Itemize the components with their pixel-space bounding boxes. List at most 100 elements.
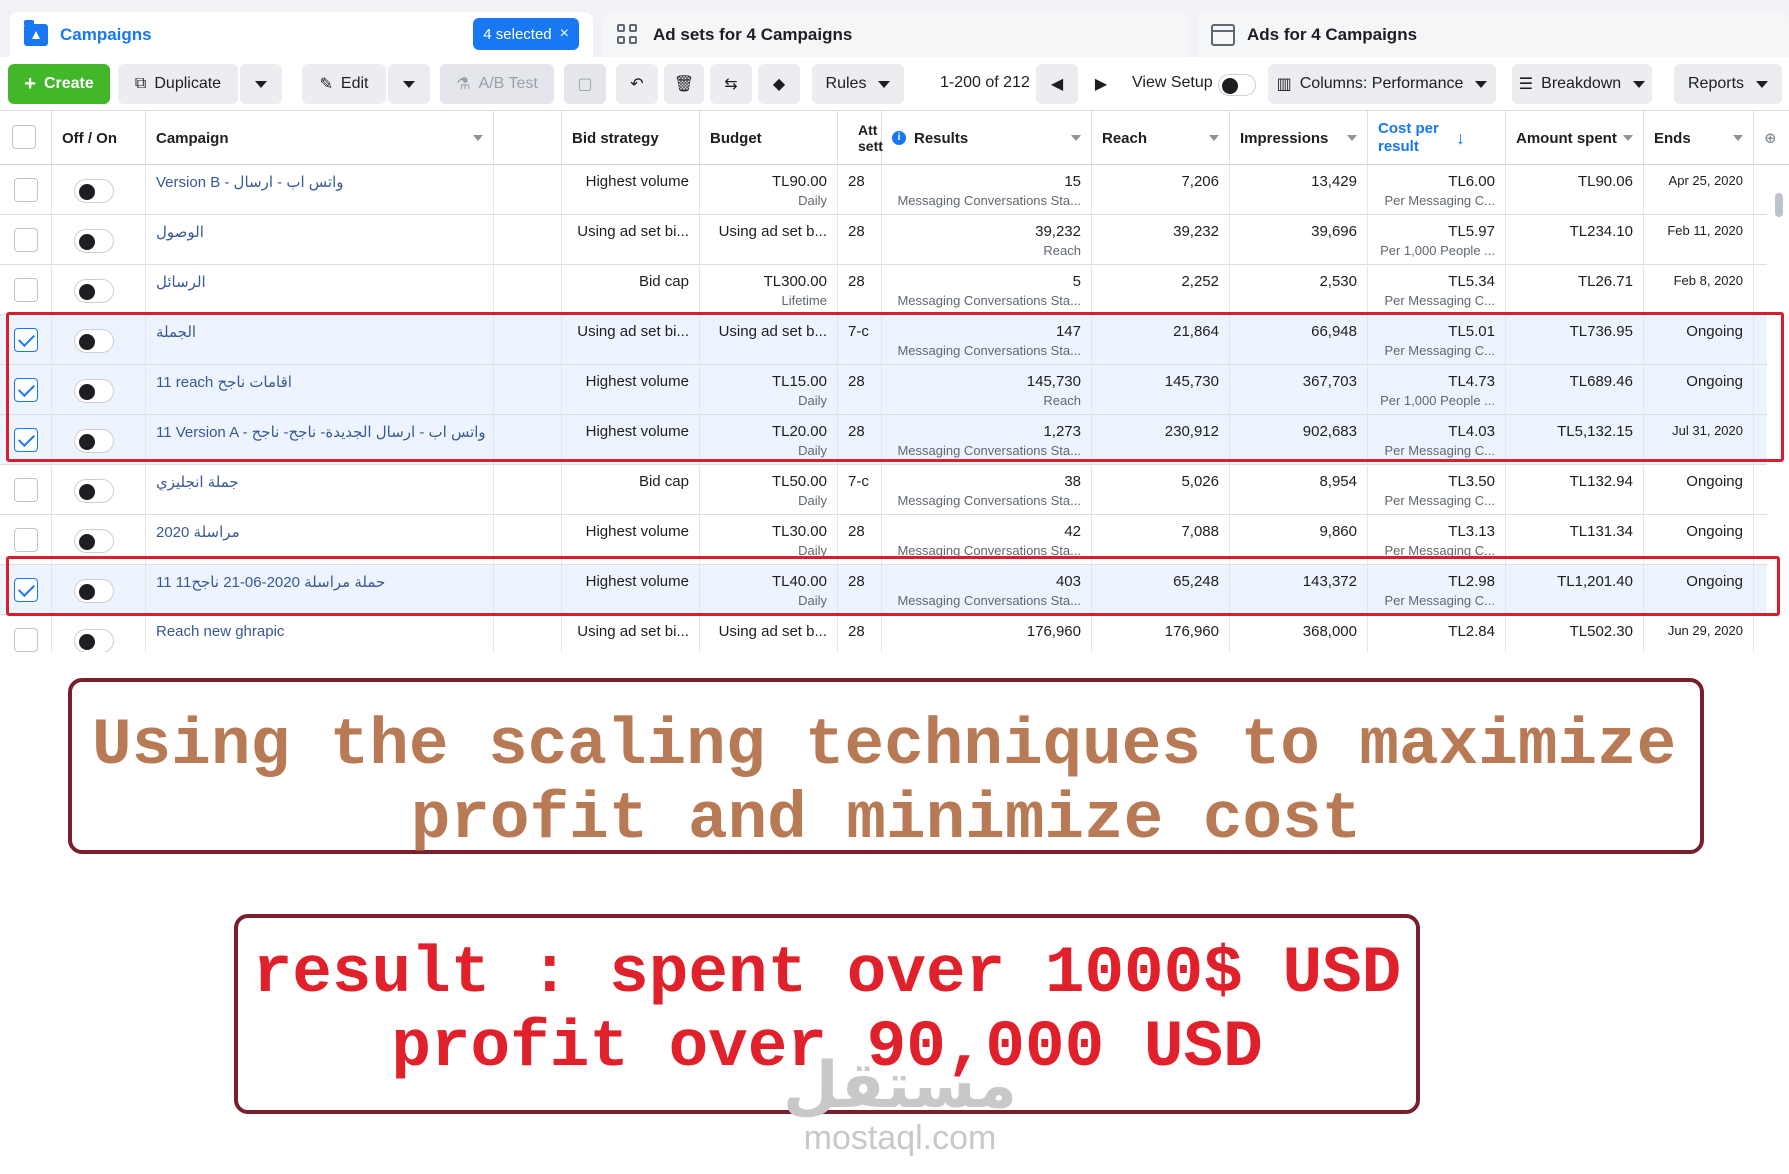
row-checkbox[interactable] — [14, 478, 38, 502]
duplicate-dropdown[interactable] — [240, 64, 282, 104]
row-checkbox[interactable] — [14, 278, 38, 302]
cell-value: 15 — [1064, 173, 1081, 190]
campaign-on-off-toggle[interactable] — [74, 279, 114, 303]
cell-reach: 5,026 — [1092, 465, 1230, 515]
columns-icon: ▥ — [1276, 76, 1292, 93]
cell-value: Using ad set b... — [718, 623, 827, 640]
campaign-name-link[interactable]: جملة انجليزي — [156, 473, 483, 491]
chevron-down-icon — [255, 80, 267, 88]
ab-test-button[interactable]: ⚗ A/B Test — [440, 64, 554, 104]
reports-label: Reports — [1687, 75, 1745, 92]
edit-button[interactable]: ✎ Edit — [302, 64, 386, 104]
campaign-name-link[interactable]: الوصول — [156, 223, 483, 241]
campaign-on-off-toggle[interactable] — [74, 179, 114, 203]
breakdown-label: Breakdown — [1541, 75, 1622, 92]
col-budget[interactable]: Budget — [700, 111, 838, 165]
col-campaign[interactable]: Campaign — [146, 111, 494, 165]
cell-value: 7,088 — [1181, 523, 1219, 540]
breakdown-button[interactable]: ☰ Breakdown — [1512, 64, 1652, 104]
table-row[interactable]: جملة انجليزي Bid cap TL50.00 Daily 7-c 38 Mess… — [0, 465, 1789, 515]
clear-selection-icon[interactable]: × — [560, 25, 569, 43]
row-select-cell — [0, 465, 52, 515]
create-button[interactable]: + Create — [8, 64, 110, 104]
tab-bar: Campaigns 4 selected × Ad sets for 4 Cam… — [0, 0, 1789, 57]
row-checkbox[interactable] — [14, 178, 38, 202]
cell-cpr: TL5.34 Per Messaging C... — [1368, 265, 1506, 315]
duplicate-icon: ⧉ — [134, 75, 147, 92]
view-setup-toggle[interactable] — [1218, 74, 1256, 96]
campaign-name-link[interactable]: Reach new ghrapic — [156, 623, 483, 640]
cell-value: 28 — [848, 523, 865, 540]
tag-button[interactable]: ◆ — [758, 64, 800, 104]
duplicate-button[interactable]: ⧉ Duplicate — [118, 64, 238, 104]
tag-icon: ◆ — [772, 76, 786, 93]
rules-button[interactable]: Rules — [812, 64, 904, 104]
selected-count-badge[interactable]: 4 selected × — [473, 18, 579, 50]
campaign-name-link[interactable]: الرسائل — [156, 273, 483, 291]
cell-impressions: 13,429 — [1230, 165, 1368, 215]
export-button[interactable]: ⇆ — [710, 64, 752, 104]
col-off-on: Off / On — [52, 111, 146, 165]
campaign-on-off-toggle[interactable] — [74, 629, 114, 652]
campaign-on-off-toggle[interactable] — [74, 529, 114, 553]
table-row[interactable]: الرسائل Bid cap TL300.00 Lifetime 28 5 Messagi… — [0, 265, 1789, 315]
campaign-on-off-toggle[interactable] — [74, 479, 114, 503]
row-checkbox[interactable] — [14, 528, 38, 552]
cell-ends: Feb 8, 2020 — [1644, 265, 1754, 315]
col-impressions[interactable]: Impressions — [1230, 111, 1368, 165]
cell-bid: Using ad set bi... — [562, 215, 700, 265]
prev-page-button[interactable]: ◀ — [1036, 64, 1078, 104]
add-column-icon[interactable]: ⊕ — [1754, 111, 1789, 165]
scroll-thumb[interactable] — [1775, 193, 1783, 217]
tab-adsets[interactable]: Ad sets for 4 Campaigns — [603, 12, 1188, 57]
row-checkbox[interactable] — [14, 228, 38, 252]
col-results[interactable]: i Results — [882, 111, 1092, 165]
table-row[interactable]: الوصول Using ad set bi... Using ad set b..… — [0, 215, 1789, 265]
campaign-name-link[interactable]: مراسلة 2020 — [156, 523, 483, 541]
table-row[interactable]: Version B - واتس اب - ارسال Highest volum… — [0, 165, 1789, 215]
cell-subvalue: Daily — [798, 193, 827, 208]
cell-subvalue: Reach — [1043, 243, 1081, 258]
col-reach[interactable]: Reach — [1092, 111, 1230, 165]
view-setup-label: View Setup — [1132, 74, 1213, 91]
flask-icon: ⚗ — [456, 76, 471, 93]
sort-caret-icon — [1623, 135, 1633, 141]
col-bid-strategy[interactable]: Bid strategy — [562, 111, 700, 165]
undo-button[interactable]: ↶ — [616, 64, 658, 104]
cell-value: TL300.00 — [763, 273, 827, 290]
cell-empty — [494, 465, 562, 515]
col-attribution[interactable]: Att sett — [838, 111, 883, 165]
row-toggle-cell — [52, 615, 146, 652]
campaign-on-off-toggle[interactable] — [74, 229, 114, 253]
table-row[interactable]: Reach new ghrapic Using ad set bi... Using… — [0, 615, 1789, 652]
cell-value: Feb 11, 2020 — [1667, 223, 1743, 238]
campaign-name-link[interactable]: Version B - واتس اب - ارسال — [156, 173, 483, 191]
scaling-callout: Using the scaling techniques to maximize… — [68, 678, 1704, 857]
select-all-checkbox[interactable] — [12, 125, 36, 149]
ab-test-label: A/B Test — [478, 75, 538, 92]
row-select-cell — [0, 215, 52, 265]
cell-budget: TL50.00 Daily — [700, 465, 838, 515]
next-page-button[interactable]: ▶ — [1080, 64, 1122, 104]
cell-subvalue: Per Messaging C... — [1384, 493, 1495, 508]
tab-campaigns[interactable]: Campaigns 4 selected × — [10, 12, 593, 57]
columns-button[interactable]: ▥ Columns: Performance — [1268, 64, 1496, 104]
edit-dropdown[interactable] — [388, 64, 430, 104]
col-amount-spent[interactable]: Amount spent — [1506, 111, 1644, 165]
delete-button[interactable]: 🗑 — [664, 64, 704, 104]
col-ends[interactable]: Ends — [1644, 111, 1754, 165]
cell-reach: 2,252 — [1092, 265, 1230, 315]
reports-button[interactable]: Reports — [1674, 64, 1782, 104]
clipboard-button[interactable]: ▢ — [564, 64, 606, 104]
col-cost-per-result[interactable]: Cost per result ↓ — [1368, 111, 1506, 165]
tab-ads[interactable]: Ads for 4 Campaigns — [1197, 12, 1789, 57]
pagination-label: 1-200 of 212 — [940, 74, 1030, 91]
cell-value: TL5.97 — [1448, 223, 1495, 240]
cell-value: 2,530 — [1319, 273, 1357, 290]
cell-value: 39,232 — [1173, 223, 1219, 240]
cell-cpr: TL6.00 Per Messaging C... — [1368, 165, 1506, 215]
info-icon: i — [892, 131, 906, 145]
chevron-down-icon — [1756, 80, 1769, 88]
cell-subvalue: Per Messaging C... — [1384, 293, 1495, 308]
row-checkbox[interactable] — [14, 628, 38, 652]
